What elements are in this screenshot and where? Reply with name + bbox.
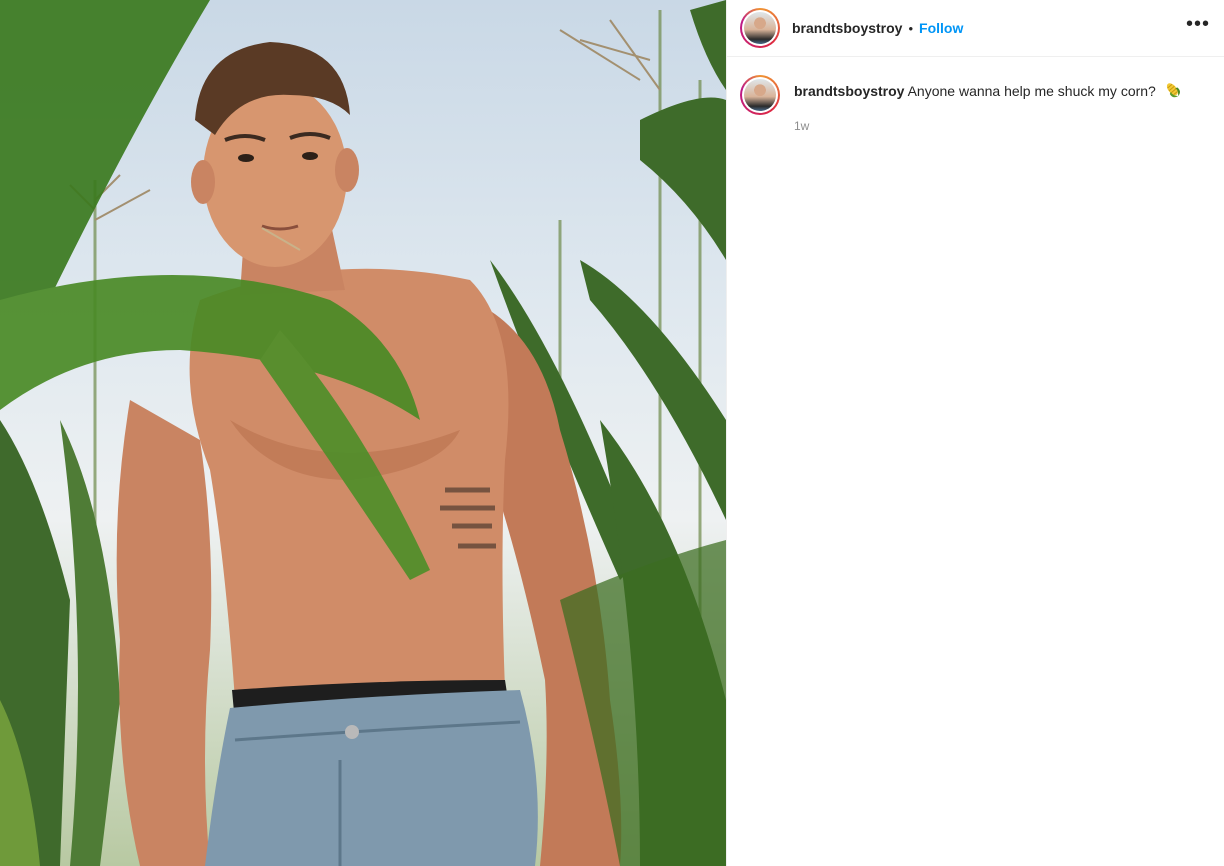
comments-section: brandtsboystroy Anyone wanna help me shu… [727, 57, 1224, 135]
post-photo[interactable] [0, 0, 726, 866]
caption-body: brandtsboystroy Anyone wanna help me shu… [794, 75, 1182, 135]
post-header: brandtsboystroy • Follow ••• [727, 0, 1224, 57]
instagram-post: brandtsboystroy • Follow ••• brandtsboys… [0, 0, 1224, 866]
avatar-image [744, 79, 776, 111]
post-photo-illustration [0, 0, 726, 866]
caption-text: Anyone wanna help me shuck my corn? [907, 83, 1156, 99]
post-side-panel: brandtsboystroy • Follow ••• brandtsboys… [726, 0, 1224, 866]
more-options-icon[interactable]: ••• [1186, 14, 1210, 42]
separator-dot: • [908, 20, 914, 36]
author-username[interactable]: brandtsboystroy [792, 20, 902, 36]
avatar-image [744, 12, 776, 44]
caption-avatar[interactable] [740, 75, 780, 115]
caption: brandtsboystroy Anyone wanna help me shu… [740, 75, 1208, 135]
follow-button[interactable]: Follow [919, 20, 963, 36]
caption-username[interactable]: brandtsboystroy [794, 83, 904, 99]
author-avatar[interactable] [740, 8, 780, 48]
corn-icon [1164, 81, 1182, 103]
post-timestamp[interactable]: 1w [794, 117, 1182, 135]
